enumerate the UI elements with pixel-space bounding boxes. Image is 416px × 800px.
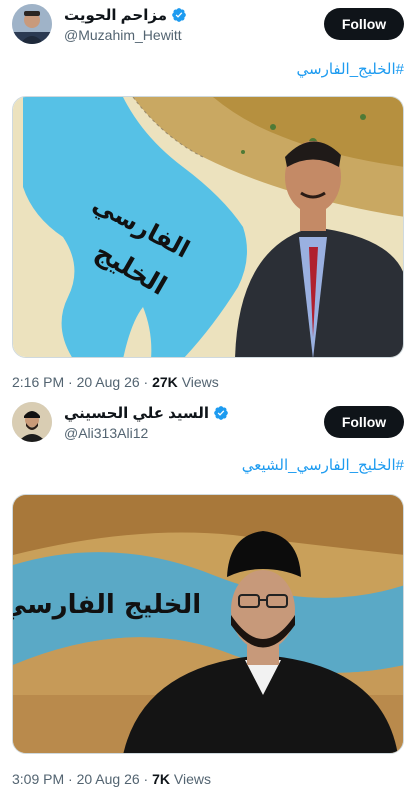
- tweet-meta: 2:16 PM · 20 Aug 26 · 27K Views: [12, 374, 219, 390]
- follow-button[interactable]: Follow: [324, 8, 404, 40]
- tweet-time[interactable]: 2:16 PM: [12, 374, 64, 390]
- tweet-header: السيد علي الحسيني @Ali313Ali12 Follow: [12, 398, 404, 448]
- author-name-row: مزاحم الحويت: [64, 5, 187, 25]
- meta-separator: ·: [68, 771, 73, 787]
- views-count: 7K: [152, 771, 171, 787]
- follow-button[interactable]: Follow: [324, 406, 404, 438]
- verified-badge-icon: [213, 405, 229, 421]
- tweet-meta: 3:09 PM · 20 Aug 26 · 7K Views: [12, 771, 211, 787]
- author-display-name[interactable]: مزاحم الحويت: [64, 6, 167, 24]
- author-handle[interactable]: @Ali313Ali12: [64, 425, 148, 441]
- avatar[interactable]: [12, 402, 52, 442]
- verified-badge-icon: [171, 7, 187, 23]
- tweet-card: السيد علي الحسيني @Ali313Ali12 Follow #ا…: [0, 398, 416, 800]
- author-display-name[interactable]: السيد علي الحسيني: [64, 404, 209, 422]
- meta-separator: ·: [143, 374, 149, 390]
- tweet-image[interactable]: الخليج الفارسي: [12, 494, 404, 754]
- tweet-time[interactable]: 3:09 PM: [12, 771, 64, 787]
- views-label: Views: [181, 374, 219, 390]
- tweet-date[interactable]: 20 Aug 26: [77, 374, 140, 390]
- avatar[interactable]: [12, 4, 52, 44]
- meta-separator: ·: [68, 374, 73, 390]
- map-overlay-text: الخليج الفارسي: [13, 590, 201, 620]
- views-label: Views: [173, 771, 211, 787]
- hashtag-link[interactable]: #الخليج_الفارسي_الشيعي: [242, 456, 404, 474]
- meta-separator: ·: [143, 771, 149, 787]
- tweet-date[interactable]: 20 Aug 26: [77, 771, 140, 787]
- author-name-row: السيد علي الحسيني: [64, 403, 229, 423]
- views-count: 27K: [152, 374, 178, 390]
- hashtag-link[interactable]: #الخليج_الفارسي: [297, 60, 405, 78]
- tweet-image[interactable]: الفارسي الخليج: [12, 96, 404, 358]
- tweet-header: مزاحم الحويت @Muzahim_Hewitt Follow: [12, 0, 404, 50]
- author-handle[interactable]: @Muzahim_Hewitt: [64, 27, 182, 43]
- tweet-card: مزاحم الحويت @Muzahim_Hewitt Follow #الخ…: [0, 0, 416, 396]
